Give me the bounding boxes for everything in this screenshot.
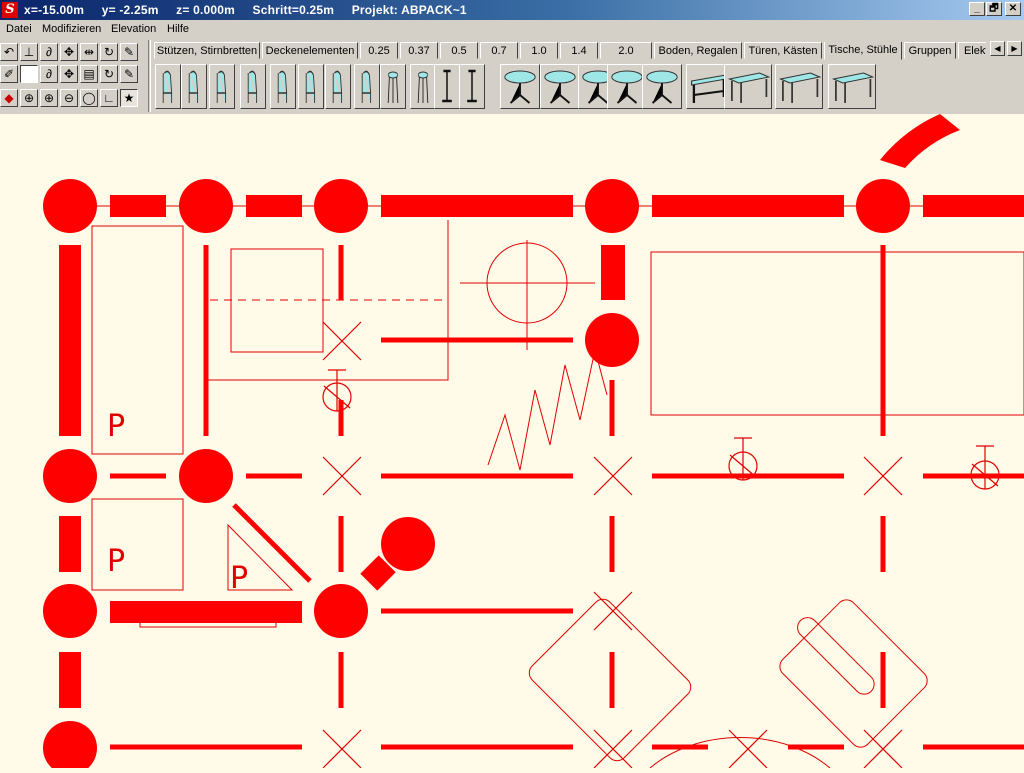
round-table-icon-glyph bbox=[544, 70, 576, 104]
tab-037[interactable]: 0.37 bbox=[400, 42, 438, 59]
move-icon[interactable]: ✥ bbox=[60, 65, 78, 83]
chair-icon[interactable] bbox=[155, 64, 181, 109]
project-name: Projekt: ABPACK~1 bbox=[351, 3, 467, 17]
zoom-all-icon[interactable]: ◯ bbox=[80, 89, 98, 107]
eraser-icon[interactable]: ✎ bbox=[120, 65, 138, 83]
round-table-icon-glyph bbox=[646, 70, 678, 104]
zoom-in-icon[interactable]: ⊕ bbox=[40, 89, 58, 107]
round-table-icon[interactable] bbox=[607, 64, 647, 109]
coordinate-readout: x=-15.00m y= -2.25m z= 0.000m Schritt=0.… bbox=[24, 3, 481, 17]
tab-boden-regalen[interactable]: Boden, Regalen bbox=[654, 42, 742, 59]
round-table-icon-glyph bbox=[504, 70, 536, 104]
menu-hilfe[interactable]: Hilfe bbox=[167, 23, 189, 35]
parking-label: P bbox=[107, 544, 125, 579]
chair-icon[interactable] bbox=[354, 64, 380, 109]
tab-05[interactable]: 0.5 bbox=[440, 42, 478, 59]
z-coordinate: z= 0.000m bbox=[176, 3, 235, 17]
chain-icon[interactable]: ∂ bbox=[40, 43, 58, 61]
table-icon[interactable] bbox=[828, 64, 876, 109]
title-bar: S x=-15.00m y= -2.25m z= 0.000m Schritt=… bbox=[0, 0, 1024, 20]
catalog-tabs: Stützen, Stirnbretten Deckenelementen 0.… bbox=[154, 42, 986, 60]
restore-button[interactable]: 🗗 bbox=[986, 2, 1002, 16]
chair-icon-glyph bbox=[162, 70, 173, 103]
tab-elektro[interactable]: Elektr bbox=[958, 42, 986, 59]
x-coordinate: x=-15.00m bbox=[24, 3, 85, 17]
brush-icon[interactable]: ✎ bbox=[120, 43, 138, 61]
minimize-button[interactable]: _ bbox=[969, 2, 985, 16]
tab-scroll-left-icon[interactable]: ◀ bbox=[990, 41, 1005, 56]
menu-datei[interactable]: Datei bbox=[6, 23, 32, 35]
tab-tische-stuehle[interactable]: Tische, Stühle bbox=[824, 42, 902, 60]
undo-icon[interactable]: ↶ bbox=[0, 43, 18, 61]
zoom-out-icon[interactable]: ⊖ bbox=[60, 89, 78, 107]
tab-20[interactable]: 2.0 bbox=[600, 42, 652, 59]
chair-icon-glyph bbox=[361, 70, 372, 103]
table-icon[interactable] bbox=[775, 64, 823, 109]
floor-plan-canvas[interactable]: P P P bbox=[0, 114, 1024, 773]
parking-label: P bbox=[107, 409, 125, 444]
stool-icon[interactable] bbox=[380, 64, 406, 109]
chair-icon[interactable] bbox=[270, 64, 296, 109]
move-icon[interactable]: ✥ bbox=[60, 43, 78, 61]
chair-icon[interactable] bbox=[298, 64, 324, 109]
high-table-icon-glyph bbox=[442, 69, 452, 103]
stool-icon-glyph bbox=[417, 71, 429, 104]
table-icon-glyph bbox=[727, 72, 771, 103]
round-table-icon[interactable] bbox=[500, 64, 540, 109]
stool-icon-glyph bbox=[387, 71, 399, 104]
rotate-icon[interactable]: ↻ bbox=[100, 43, 118, 61]
stool-icon[interactable] bbox=[410, 64, 436, 109]
chair-icon-glyph bbox=[277, 70, 288, 103]
close-button[interactable]: ✕ bbox=[1005, 2, 1021, 16]
high-table-icon[interactable] bbox=[434, 64, 460, 109]
tab-stuetzen[interactable]: Stützen, Stirnbretten bbox=[154, 42, 260, 59]
table-icon-glyph bbox=[778, 72, 822, 103]
y-coordinate: y= -2.25m bbox=[101, 3, 159, 17]
round-table-icon-glyph bbox=[611, 70, 643, 104]
floor-plan-drawing: P P P bbox=[43, 114, 1024, 773]
chair-icon[interactable] bbox=[240, 64, 266, 109]
paint-icon[interactable]: ✐ bbox=[0, 65, 18, 83]
measure-icon[interactable]: ⇹ bbox=[80, 43, 98, 61]
tab-14[interactable]: 1.4 bbox=[560, 42, 598, 59]
chair-icon-glyph bbox=[332, 70, 343, 103]
blank-icon[interactable] bbox=[20, 65, 38, 83]
toolbar-separator bbox=[148, 40, 151, 112]
chair-icon[interactable] bbox=[325, 64, 351, 109]
menu-bar: Datei Modifizieren Elevation Hilfe bbox=[0, 20, 1024, 38]
dimension-icon[interactable]: ⊥ bbox=[20, 43, 38, 61]
high-table-icon[interactable] bbox=[459, 64, 485, 109]
layers-icon[interactable]: ◆ bbox=[0, 89, 18, 107]
round-table-icon[interactable] bbox=[540, 64, 580, 109]
tab-07[interactable]: 0.7 bbox=[480, 42, 518, 59]
chair-icon-glyph bbox=[247, 70, 258, 103]
tab-025[interactable]: 0.25 bbox=[360, 42, 398, 59]
chair-icon-glyph bbox=[216, 70, 227, 103]
chair-icon[interactable] bbox=[209, 64, 235, 109]
menu-elevation[interactable]: Elevation bbox=[111, 23, 156, 35]
tab-deckenelementen[interactable]: Deckenelementen bbox=[262, 42, 358, 59]
table-icon[interactable] bbox=[724, 64, 772, 109]
pointer-icon[interactable]: ∂ bbox=[40, 65, 58, 83]
tab-gruppen[interactable]: Gruppen bbox=[904, 42, 956, 59]
menu-modifizieren[interactable]: Modifizieren bbox=[42, 23, 101, 35]
app-logo-icon[interactable]: S bbox=[2, 2, 18, 18]
angle-icon[interactable]: ∟ bbox=[100, 89, 118, 107]
parking-label: P bbox=[230, 561, 248, 596]
table-icon-glyph bbox=[831, 72, 875, 103]
round-table-icon[interactable] bbox=[642, 64, 682, 109]
high-table-icon-glyph bbox=[467, 69, 477, 103]
rotate-icon[interactable]: ↻ bbox=[100, 65, 118, 83]
step-size: Schritt=0.25m bbox=[252, 3, 335, 17]
chair-icon[interactable] bbox=[181, 64, 207, 109]
zoom-window-icon[interactable]: ⊕ bbox=[20, 89, 38, 107]
tab-scroll-right-icon[interactable]: ▶ bbox=[1007, 41, 1022, 56]
tab-tueren-kaesten[interactable]: Türen, Kästen bbox=[744, 42, 822, 59]
wizard-icon[interactable]: ★ bbox=[120, 89, 138, 107]
chair-icon-glyph bbox=[305, 70, 316, 103]
frame-icon[interactable]: ▤ bbox=[80, 65, 98, 83]
chair-icon-glyph bbox=[188, 70, 199, 103]
tab-10[interactable]: 1.0 bbox=[520, 42, 558, 59]
